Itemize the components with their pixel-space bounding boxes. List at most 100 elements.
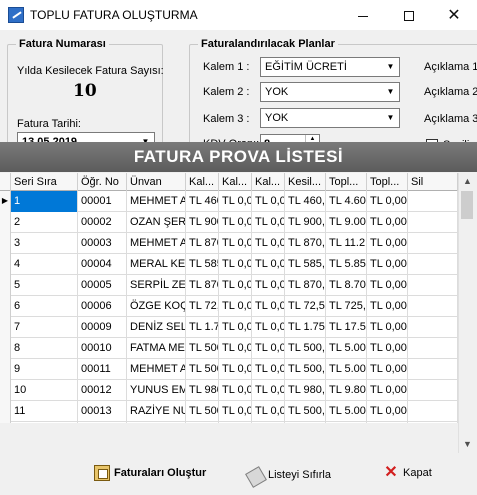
row-indicator[interactable] xyxy=(0,401,11,422)
column-header[interactable]: Kal... xyxy=(219,173,252,191)
column-header[interactable]: Kal... xyxy=(252,173,285,191)
table-cell[interactable]: TL 72, xyxy=(186,296,219,317)
table-cell[interactable]: 9 xyxy=(11,359,78,380)
item-2-select[interactable]: YOK ▼ xyxy=(260,82,400,102)
table-cell[interactable]: TL 0,0 xyxy=(252,401,285,422)
table-cell[interactable]: TL 17.5 xyxy=(326,317,367,338)
table-cell[interactable]: 7 xyxy=(11,317,78,338)
item-1-select[interactable]: EĞİTİM ÜCRETİ ▼ xyxy=(260,57,400,77)
table-cell[interactable]: KAZIM CAN xyxy=(127,422,186,423)
table-cell[interactable]: TL 0,00 xyxy=(367,401,408,422)
table-cell[interactable]: TL 0,0 xyxy=(252,338,285,359)
table-cell[interactable]: TL 9.000 xyxy=(326,212,367,233)
dropdown-arrow-icon[interactable]: ▼ xyxy=(382,83,399,101)
column-header[interactable]: Kesil... xyxy=(285,173,326,191)
row-indicator[interactable] xyxy=(0,380,11,401)
table-cell[interactable]: TL 0,0 xyxy=(219,254,252,275)
table-cell[interactable]: TL 950, xyxy=(285,422,326,423)
table-cell[interactable]: TL 0,0 xyxy=(252,359,285,380)
table-cell[interactable]: TL 0,0 xyxy=(219,422,252,423)
table-cell[interactable]: 4 xyxy=(11,254,78,275)
table-cell[interactable]: TL 0,0 xyxy=(219,359,252,380)
table-row[interactable]: 400004MERAL KEKITL 585TL 0,0TL 0,0TL 585… xyxy=(0,254,458,275)
column-header[interactable]: Sil xyxy=(408,173,458,191)
table-cell[interactable]: TL 585 xyxy=(186,254,219,275)
table-row[interactable]: 900011MEHMET ALTL 500TL 0,0TL 0,0TL 500,… xyxy=(0,359,458,380)
table-cell[interactable]: TL 500 xyxy=(186,401,219,422)
table-cell[interactable]: DENİZ SELÇ xyxy=(127,317,186,338)
table-cell[interactable]: TL 870 xyxy=(186,233,219,254)
table-cell[interactable]: TL 0,0 xyxy=(219,296,252,317)
row-indicator[interactable] xyxy=(0,422,11,423)
table-cell[interactable]: 8 xyxy=(11,338,78,359)
table-row[interactable]: 200002OZAN ŞERETL 900TL 0,0TL 0,0TL 900,… xyxy=(0,212,458,233)
table-cell[interactable]: TL 0,0 xyxy=(252,191,285,212)
table-cell[interactable]: 00009 xyxy=(78,317,127,338)
table-cell[interactable]: TL 0,00 xyxy=(367,359,408,380)
table-cell[interactable]: TL 0,0 xyxy=(219,191,252,212)
table-cell[interactable]: 00011 xyxy=(78,359,127,380)
column-header[interactable]: Topl... xyxy=(326,173,367,191)
table-cell[interactable]: TL 0,00 xyxy=(367,212,408,233)
column-header[interactable]: Seri Sıra xyxy=(11,173,78,191)
maximize-button[interactable] xyxy=(386,0,432,30)
table-cell[interactable]: TL 500 xyxy=(186,359,219,380)
row-indicator[interactable] xyxy=(0,233,11,254)
table-cell[interactable]: MEHMET AL xyxy=(127,359,186,380)
table-cell[interactable]: SERPİL ZEN xyxy=(127,275,186,296)
table-cell[interactable]: TL 0,0 xyxy=(252,296,285,317)
scroll-up-icon[interactable]: ▲ xyxy=(459,173,476,190)
table-row[interactable]: ▶100001MEHMET ALTL 460TL 0,0TL 0,0TL 460… xyxy=(0,191,458,212)
table-cell[interactable]: 00012 xyxy=(78,380,127,401)
row-indicator[interactable] xyxy=(0,317,11,338)
scroll-down-icon[interactable]: ▼ xyxy=(459,436,476,453)
table-row[interactable]: 1200014KAZIM CANTL 950TL 0,0TL 0,0TL 950… xyxy=(0,422,458,423)
close-form-button[interactable]: ✕ Kapat xyxy=(383,465,431,485)
dropdown-arrow-icon[interactable]: ▼ xyxy=(382,109,399,127)
table-cell[interactable]: FATMA MEL xyxy=(127,338,186,359)
table-cell[interactable]: TL 980, xyxy=(285,380,326,401)
row-indicator[interactable] xyxy=(0,212,11,233)
table-cell[interactable]: TL 870, xyxy=(285,275,326,296)
table-cell[interactable]: TL 0,0 xyxy=(252,254,285,275)
table-cell[interactable]: TL 0,0 xyxy=(252,212,285,233)
table-cell[interactable]: TL 0,0 xyxy=(219,401,252,422)
row-indicator[interactable] xyxy=(0,296,11,317)
table-cell[interactable]: 3 xyxy=(11,233,78,254)
table-cell[interactable]: TL 870 xyxy=(186,275,219,296)
close-window-button[interactable]: ✕ xyxy=(431,0,477,30)
table-cell[interactable]: TL 9.50 xyxy=(326,422,367,423)
table-cell[interactable]: MEHMET AK xyxy=(127,233,186,254)
table-cell[interactable]: 00014 xyxy=(78,422,127,423)
table-cell[interactable]: OZAN ŞERE xyxy=(127,212,186,233)
table-cell[interactable]: TL 0,0 xyxy=(219,380,252,401)
table-cell[interactable]: TL 5.00 xyxy=(326,401,367,422)
dropdown-arrow-icon[interactable]: ▼ xyxy=(382,58,399,76)
table-cell[interactable] xyxy=(408,275,458,296)
table-cell[interactable]: TL 0,00 xyxy=(367,233,408,254)
table-cell[interactable] xyxy=(408,380,458,401)
table-cell[interactable]: 00010 xyxy=(78,338,127,359)
table-cell[interactable]: TL 500, xyxy=(285,338,326,359)
table-cell[interactable]: TL 9.80 xyxy=(326,380,367,401)
table-cell[interactable]: TL 0,00 xyxy=(367,254,408,275)
table-cell[interactable]: 5 xyxy=(11,275,78,296)
table-cell[interactable]: TL 0,00 xyxy=(367,338,408,359)
table-cell[interactable]: TL 0,0 xyxy=(219,317,252,338)
table-cell[interactable]: TL 4.600 xyxy=(326,191,367,212)
table-cell[interactable] xyxy=(408,401,458,422)
table-cell[interactable]: TL 725, xyxy=(326,296,367,317)
table-cell[interactable]: TL 900, xyxy=(285,212,326,233)
table-cell[interactable] xyxy=(408,254,458,275)
table-cell[interactable]: ÖZGE KOÇA xyxy=(127,296,186,317)
row-indicator[interactable] xyxy=(0,275,11,296)
table-cell[interactable]: TL 72,5 xyxy=(285,296,326,317)
table-cell[interactable]: 00006 xyxy=(78,296,127,317)
table-cell[interactable]: TL 870, xyxy=(285,233,326,254)
table-cell[interactable]: TL 11.2 xyxy=(326,233,367,254)
table-cell[interactable]: TL 0,00 xyxy=(367,296,408,317)
table-cell[interactable]: TL 980 xyxy=(186,380,219,401)
table-row[interactable]: 800010FATMA MELTL 500TL 0,0TL 0,0TL 500,… xyxy=(0,338,458,359)
row-indicator[interactable] xyxy=(0,338,11,359)
table-cell[interactable]: MEHMET AL xyxy=(127,191,186,212)
